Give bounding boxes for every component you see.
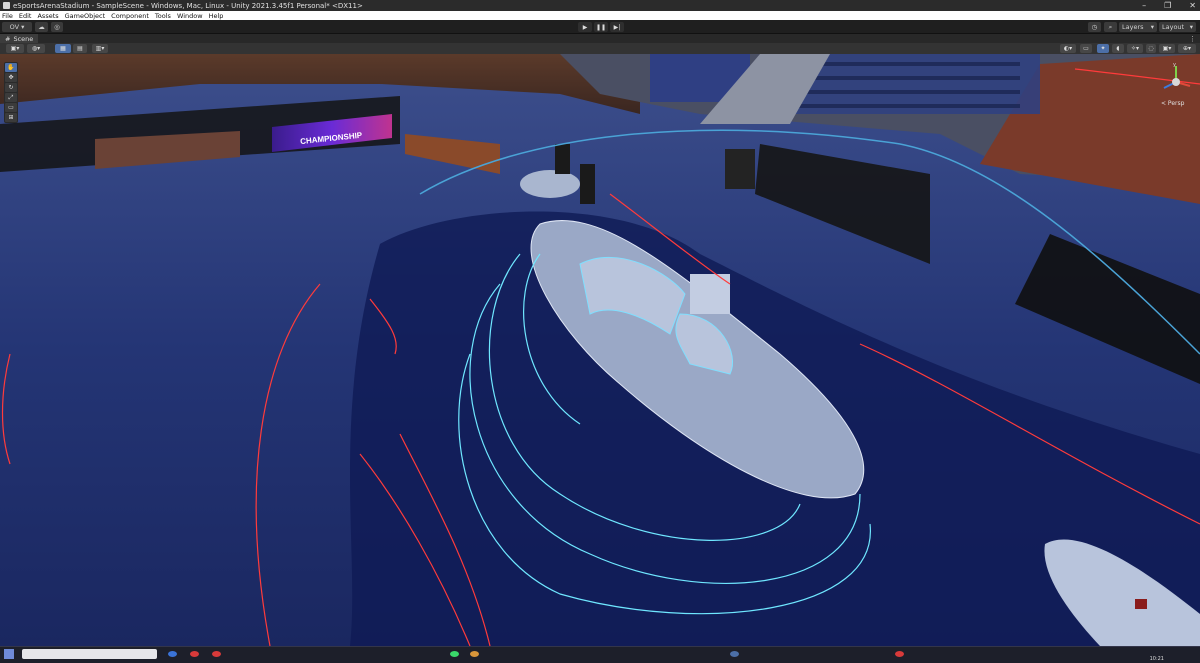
account-dropdown[interactable]: OV ▾ <box>2 22 32 32</box>
chevron-down-icon: ▾ <box>1150 23 1154 31</box>
pause-button[interactable]: ❚❚ <box>594 22 608 32</box>
pivot-dropdown[interactable]: ◍▾ <box>27 44 45 53</box>
play-controls: ▶ ❚❚ ▶| <box>578 22 624 32</box>
unity-logo-icon <box>3 2 10 9</box>
scene-viewport[interactable]: CHAMPIONSHIP ✋ ✥ ↻ ⤢ ▭ ⊞ y < Persp <box>0 54 1200 646</box>
maximize-button[interactable]: ❐ <box>1164 1 1171 10</box>
window-titlebar: eSportsArenaStadium - SampleScene - Wind… <box>0 0 1200 11</box>
close-button[interactable]: ✕ <box>1189 1 1196 10</box>
grid-toggle[interactable]: ▦ <box>55 44 71 53</box>
scene-view-toolbar: ▣▾ ◍▾ ▦ ▤ ▥▾ ◐▾ ▭ ✦ ◖ ✧▾ ◌ ▣▾ ⊕▾ <box>0 43 1200 54</box>
menu-window[interactable]: Window <box>177 12 203 20</box>
scene-tool-palette: ✋ ✥ ↻ ⤢ ▭ ⊞ <box>4 62 18 123</box>
projection-label[interactable]: < Persp <box>1161 100 1184 107</box>
rotate-tool-icon[interactable]: ↻ <box>5 83 17 92</box>
transform-tool-icon[interactable]: ⊞ <box>5 113 17 122</box>
layout-label: Layout <box>1162 23 1185 31</box>
taskbar-app-icon[interactable] <box>895 651 904 657</box>
scale-tool-icon[interactable]: ⤢ <box>5 93 17 102</box>
window-title: eSportsArenaStadium - SampleScene - Wind… <box>13 1 363 10</box>
chevron-down-icon: ▾ <box>1189 23 1193 31</box>
transform-tool-dropdown[interactable]: ▣▾ <box>6 44 24 53</box>
gizmo-y-label: y <box>1173 62 1176 68</box>
menu-edit[interactable]: Edit <box>19 12 32 20</box>
gaming-chair-2 <box>580 164 595 204</box>
menu-file[interactable]: File <box>2 12 13 20</box>
camera-dropdown[interactable]: ▣▾ <box>1159 44 1175 53</box>
taskbar-app-icon[interactable] <box>450 651 459 657</box>
taskbar-search-box[interactable] <box>22 649 157 659</box>
effects-dropdown[interactable]: ✧▾ <box>1127 44 1143 53</box>
step-button[interactable]: ▶| <box>610 22 624 32</box>
menu-help[interactable]: Help <box>209 12 224 20</box>
taskbar-app-icon[interactable] <box>168 651 177 657</box>
scene-tab-bar: # Scene ⋮ <box>0 34 1200 43</box>
lighting-toggle[interactable]: ✦ <box>1097 44 1109 53</box>
collab-icon[interactable]: ◎ <box>51 22 63 32</box>
gaming-chair <box>555 144 570 174</box>
menu-bar: File Edit Assets GameObject Component To… <box>0 11 1200 20</box>
minimize-button[interactable]: – <box>1142 1 1146 10</box>
menu-gameobject[interactable]: GameObject <box>65 12 106 20</box>
search-icon[interactable]: ⌕ <box>1104 22 1117 32</box>
start-button-icon[interactable] <box>4 649 14 659</box>
play-button[interactable]: ▶ <box>578 22 592 32</box>
tab-scene-label: Scene <box>13 34 34 43</box>
taskbar-app-icon[interactable] <box>730 651 739 657</box>
prop-marker <box>1135 599 1147 609</box>
2d-toggle[interactable]: ▭ <box>1080 44 1092 53</box>
audio-toggle[interactable]: ◖ <box>1112 44 1124 53</box>
snap-icon[interactable]: ▤ <box>73 44 87 53</box>
increment-snap-dropdown[interactable]: ▥▾ <box>92 44 108 53</box>
layers-label: Layers <box>1122 23 1144 31</box>
gizmos-dropdown[interactable]: ⊕▾ <box>1178 44 1196 53</box>
window-controls: – ❐ ✕ <box>1142 0 1196 11</box>
speaker-cabinet <box>725 149 755 189</box>
hidden-objects-icon[interactable]: ◌ <box>1146 44 1156 53</box>
cloud-icon[interactable]: ☁ <box>35 22 48 32</box>
menu-tools[interactable]: Tools <box>155 12 171 20</box>
tab-scene[interactable]: # Scene <box>0 34 39 43</box>
caster-desk <box>520 170 580 198</box>
tab-more-menu-icon[interactable]: ⋮ <box>1189 35 1196 43</box>
view-tool-hand-icon[interactable]: ✋ <box>5 63 17 72</box>
account-label: OV <box>9 23 20 31</box>
scene-hash-icon: # <box>5 34 11 43</box>
menu-assets[interactable]: Assets <box>37 12 58 20</box>
taskbar-app-icon[interactable] <box>190 651 199 657</box>
layers-dropdown[interactable]: Layers ▾ <box>1119 22 1157 32</box>
rect-tool-icon[interactable]: ▭ <box>5 103 17 112</box>
taskbar-app-icon[interactable] <box>470 651 479 657</box>
taskbar-clock: 10:21 <box>1149 656 1164 662</box>
menu-component[interactable]: Component <box>111 12 149 20</box>
history-icon[interactable]: ◷ <box>1088 22 1101 32</box>
layout-dropdown[interactable]: Layout ▾ <box>1159 22 1196 32</box>
main-toolbar: OV ▾ ☁ ◎ ▶ ❚❚ ▶| ◷ ⌕ Layers ▾ Layout ▾ <box>0 20 1200 34</box>
taskbar-app-icon[interactable] <box>212 651 221 657</box>
draw-mode-dropdown[interactable]: ◐▾ <box>1060 44 1076 53</box>
scene-render: CHAMPIONSHIP <box>0 54 1200 646</box>
os-taskbar: 10:21 <box>0 646 1200 663</box>
move-tool-icon[interactable]: ✥ <box>5 73 17 82</box>
